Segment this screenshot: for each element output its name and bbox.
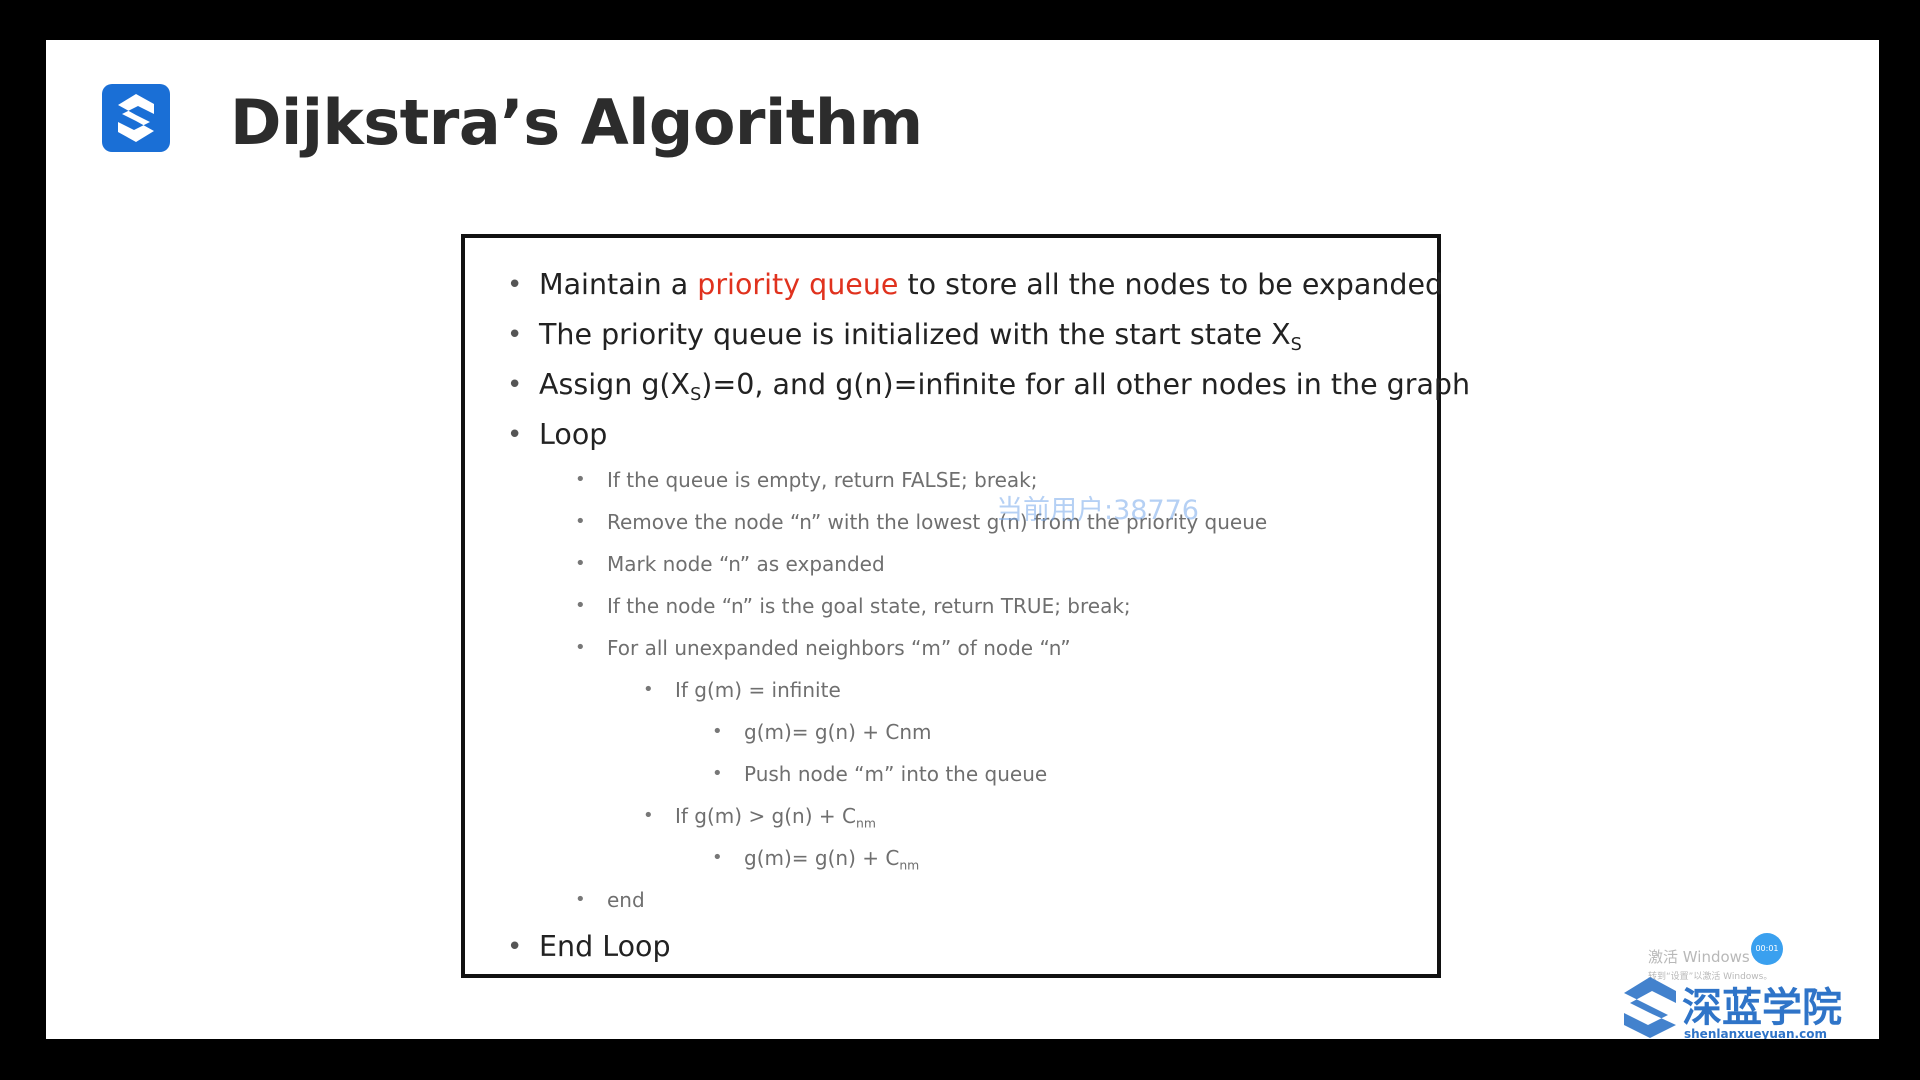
bullet-dot-icon: • bbox=[575, 595, 586, 616]
bullet-dot-icon: • bbox=[643, 805, 654, 826]
bullet-text: g(m)= g(n) + C bbox=[744, 846, 900, 870]
bullet-dot-icon: • bbox=[575, 553, 586, 574]
bullet-dot-icon: • bbox=[712, 721, 723, 742]
bullet-text: end bbox=[607, 888, 645, 912]
bullet-dot-icon: • bbox=[575, 469, 586, 490]
subscript: nm bbox=[855, 815, 876, 831]
shenlan-brand-icon bbox=[1624, 977, 1676, 1038]
screen: Dijkstra’s Algorithm • Maintain a priori… bbox=[0, 0, 1920, 1080]
algorithm-box: • Maintain a priority queue to store all… bbox=[461, 234, 1470, 978]
bullet-text: The priority queue is initialized with t… bbox=[539, 318, 1291, 351]
bullet-text: If g(m) > g(n) + C bbox=[675, 804, 856, 828]
slide: Dijkstra’s Algorithm • Maintain a priori… bbox=[46, 40, 1879, 1039]
bullet-dot-icon: • bbox=[643, 679, 654, 700]
highlight-text: priority queue bbox=[697, 268, 899, 301]
bullet-text: Mark node “n” as expanded bbox=[607, 552, 885, 576]
bullet-text: Assign g(X bbox=[539, 368, 691, 401]
bullet-text: Loop bbox=[539, 418, 608, 451]
bullet-dot-icon: • bbox=[507, 420, 523, 450]
bullet-dot-icon: • bbox=[712, 847, 723, 868]
bullet-dot-icon: • bbox=[575, 511, 586, 532]
bullet-text: g(m)= g(n) + Cnm bbox=[744, 720, 932, 744]
bullet-text: to store all the nodes to be expanded bbox=[898, 268, 1444, 301]
subscript: nm bbox=[899, 857, 920, 873]
bullet-text: End Loop bbox=[539, 930, 671, 963]
brand-name: 深蓝学院 bbox=[1682, 985, 1842, 1031]
bullet-text: If the node “n” is the goal state, retur… bbox=[607, 594, 1131, 618]
bullet-dot-icon: • bbox=[507, 270, 523, 300]
bullet-dot-icon: • bbox=[507, 320, 523, 350]
bullet-dot-icon: • bbox=[575, 889, 586, 910]
page-title: Dijkstra’s Algorithm bbox=[230, 86, 923, 159]
user-watermark: 当前用户:38776 bbox=[996, 495, 1199, 526]
bullet-dot-icon: • bbox=[507, 932, 523, 962]
subscript: S bbox=[690, 385, 702, 406]
bullet-dot-icon: • bbox=[575, 637, 586, 658]
bullet-text: )=0, and g(n)=infinite for all other nod… bbox=[701, 368, 1471, 401]
subscript: S bbox=[1290, 335, 1302, 356]
shenlan-logo-icon bbox=[102, 84, 170, 152]
bullet-dot-icon: • bbox=[712, 763, 723, 784]
brand-url: shenlanxueyuan.com bbox=[1684, 1027, 1827, 1039]
bullet-text: If the queue is empty, return FALSE; bre… bbox=[607, 468, 1038, 492]
bullet-text: Maintain a bbox=[539, 268, 698, 301]
bullet-text: If g(m) = infinite bbox=[675, 678, 841, 702]
brand-watermark: 深蓝学院 shenlanxueyuan.com bbox=[1620, 975, 1879, 1039]
bullet-dot-icon: • bbox=[507, 370, 523, 400]
bullet-text: For all unexpanded neighbors “m” of node… bbox=[607, 636, 1071, 660]
bullet-text: Push node “m” into the queue bbox=[744, 762, 1048, 786]
recording-badge[interactable]: 00:01 bbox=[1751, 933, 1783, 965]
